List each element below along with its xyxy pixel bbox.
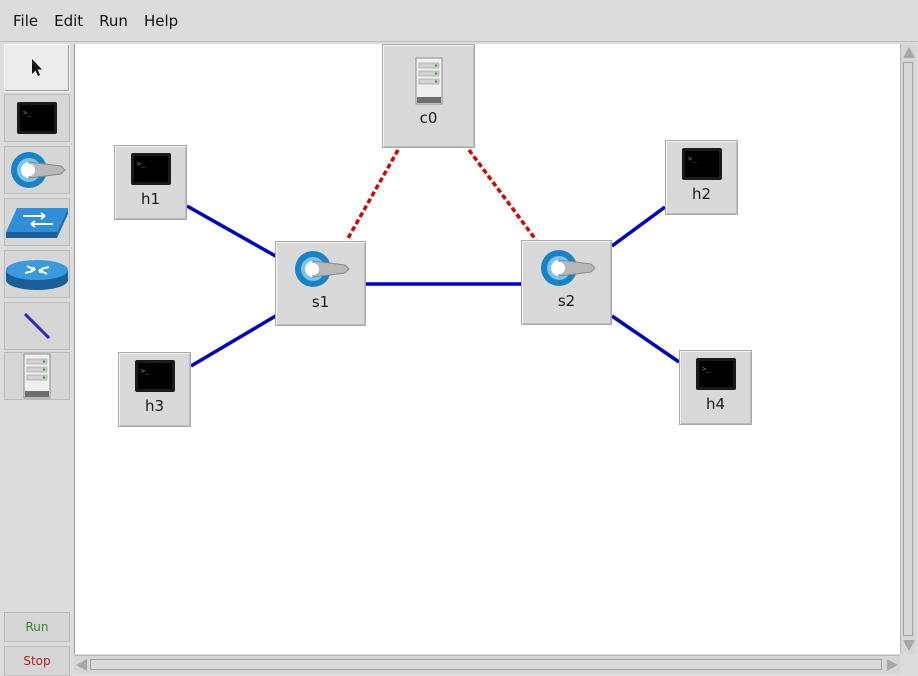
node-label: s2 bbox=[557, 292, 576, 310]
host-terminal-icon: >_ bbox=[17, 102, 57, 134]
switch-tool[interactable] bbox=[4, 146, 70, 194]
link-h3-s1[interactable] bbox=[190, 312, 280, 368]
scroll-right-arrow-icon[interactable] bbox=[887, 659, 898, 671]
menu-bar: File Edit Run Help bbox=[0, 0, 918, 42]
run-button[interactable]: Run bbox=[4, 612, 70, 642]
svg-text:>_: >_ bbox=[141, 367, 150, 375]
controller-server-icon bbox=[415, 57, 442, 105]
openflow-switch-icon bbox=[11, 152, 66, 188]
openflow-switch-icon bbox=[294, 251, 350, 287]
host-terminal-icon: >_ bbox=[134, 360, 175, 392]
svg-text:>_: >_ bbox=[702, 365, 711, 373]
scroll-left-arrow-icon[interactable] bbox=[76, 659, 87, 671]
node-s2[interactable]: s2 bbox=[521, 240, 612, 325]
svg-text:>_: >_ bbox=[137, 160, 146, 168]
menu-edit[interactable]: Edit bbox=[47, 8, 90, 34]
node-label: h2 bbox=[691, 185, 712, 203]
node-label: h4 bbox=[705, 395, 726, 413]
scrollbar-corner bbox=[900, 655, 918, 676]
node-h2[interactable]: >_ h2 bbox=[665, 140, 738, 215]
link-s2-h4[interactable] bbox=[611, 314, 680, 364]
scroll-up-arrow-icon[interactable] bbox=[903, 47, 915, 58]
openflow-switch-icon bbox=[540, 250, 596, 286]
host-terminal-icon: >_ bbox=[130, 153, 171, 185]
legacy-switch-icon bbox=[6, 208, 68, 238]
link-c0-s2[interactable] bbox=[467, 148, 538, 242]
pointer-arrow-icon bbox=[32, 59, 42, 76]
menu-file[interactable]: File bbox=[6, 8, 45, 34]
node-label: h1 bbox=[140, 190, 161, 208]
node-label: h3 bbox=[144, 397, 165, 415]
node-s1[interactable]: s1 bbox=[275, 241, 366, 326]
tool-palette: >_ Run Stop bbox=[3, 43, 72, 676]
node-label: c0 bbox=[419, 109, 438, 127]
link-tool[interactable] bbox=[4, 302, 70, 350]
miniedit-window: File Edit Run Help >_ Run Stop c0 >_ h1 … bbox=[0, 0, 918, 676]
legacy-switch-tool[interactable] bbox=[4, 198, 70, 246]
select-tool[interactable] bbox=[4, 44, 70, 92]
vertical-scrollbar[interactable] bbox=[900, 44, 916, 654]
topology-canvas[interactable]: c0 >_ h1 >_ h2 >_ h3 >_ h4 s1 s2 bbox=[74, 44, 901, 654]
svg-text:>_: >_ bbox=[23, 109, 32, 117]
host-terminal-icon: >_ bbox=[681, 148, 722, 180]
router-tool[interactable] bbox=[4, 250, 70, 298]
horizontal-scrollbar[interactable] bbox=[74, 655, 900, 673]
controller-tool[interactable] bbox=[4, 352, 70, 400]
links-layer bbox=[186, 148, 680, 368]
svg-text:>_: >_ bbox=[688, 155, 697, 163]
node-c0[interactable]: c0 bbox=[382, 44, 475, 148]
run-label: Run bbox=[25, 620, 49, 634]
node-h3[interactable]: >_ h3 bbox=[118, 352, 191, 427]
host-tool[interactable]: >_ bbox=[4, 94, 70, 142]
scroll-down-arrow-icon[interactable] bbox=[903, 640, 915, 651]
menu-help[interactable]: Help bbox=[137, 8, 185, 34]
controller-server-icon bbox=[23, 353, 51, 399]
link-h1-s1[interactable] bbox=[186, 204, 280, 260]
link-c0-s1[interactable] bbox=[345, 149, 400, 241]
node-h4[interactable]: >_ h4 bbox=[679, 350, 752, 425]
router-icon bbox=[6, 260, 68, 290]
horizontal-scroll-thumb[interactable] bbox=[90, 659, 882, 670]
stop-button[interactable]: Stop bbox=[4, 646, 70, 676]
netlink-icon bbox=[23, 312, 51, 340]
node-h1[interactable]: >_ h1 bbox=[114, 145, 187, 220]
host-terminal-icon: >_ bbox=[695, 358, 736, 390]
stop-label: Stop bbox=[23, 654, 51, 668]
vertical-scroll-thumb[interactable] bbox=[903, 62, 913, 636]
menu-run[interactable]: Run bbox=[92, 8, 135, 34]
node-label: s1 bbox=[311, 293, 330, 311]
link-s2-h2[interactable] bbox=[610, 205, 667, 248]
